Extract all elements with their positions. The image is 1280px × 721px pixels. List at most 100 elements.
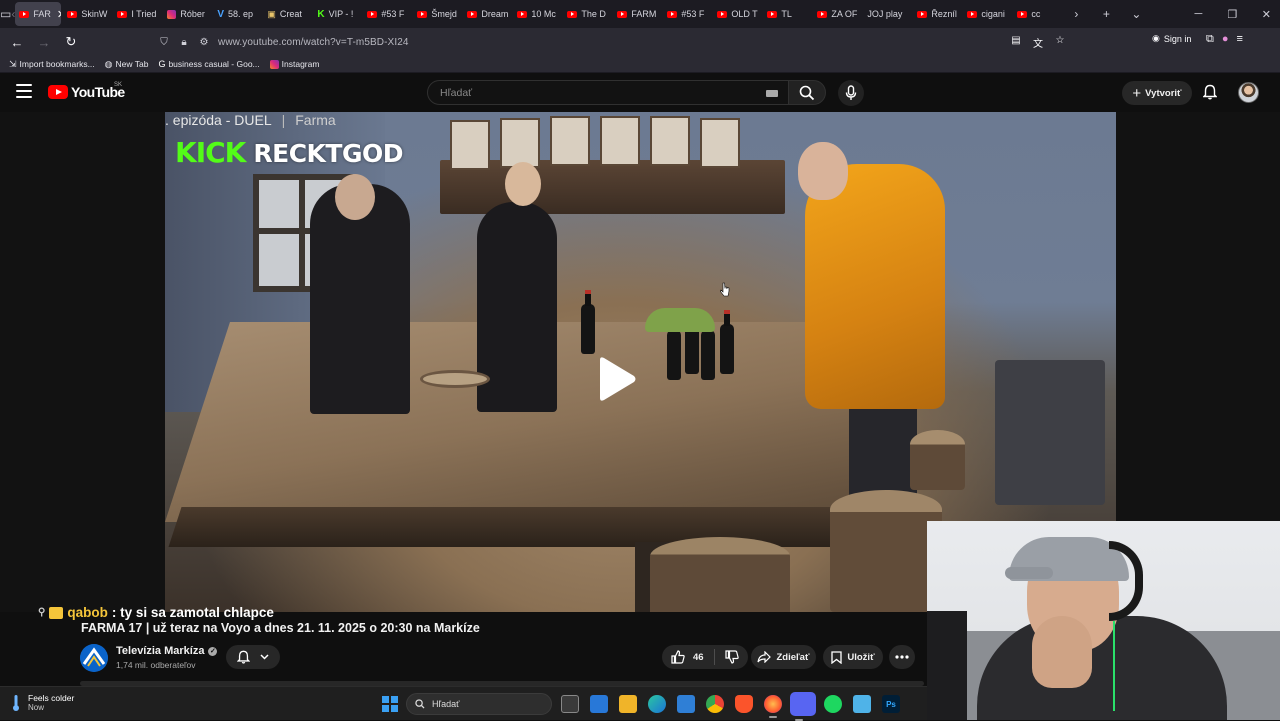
app-menu-icon[interactable]: ≡	[1237, 33, 1243, 46]
discord-icon[interactable]	[790, 692, 816, 721]
photoshop-icon[interactable]: Ps	[882, 695, 900, 713]
tab-overview-icon[interactable]: ▭	[0, 0, 11, 28]
restore-window-button[interactable]: ❐	[1215, 8, 1249, 21]
scroll-tabs-right-icon[interactable]: ›	[1061, 7, 1091, 21]
browser-tab[interactable]: cigani	[963, 2, 1011, 26]
browser-tab[interactable]: SkinW	[63, 2, 111, 26]
microphone-icon	[845, 85, 857, 100]
browser-tab[interactable]: TL	[763, 2, 811, 26]
search-input[interactable]	[440, 86, 760, 99]
channel-avatar[interactable]	[80, 644, 108, 672]
edge-icon[interactable]	[648, 695, 666, 713]
address-bar[interactable]: ⛉ 🔒︎ ⚙︎ www.youtube.com/watch?v=T-m5BD-X…	[152, 30, 1072, 54]
share-icon	[757, 651, 772, 663]
browser-tab[interactable]: ZA OF	[813, 2, 861, 26]
photos-icon[interactable]	[677, 695, 695, 713]
sign-in-button[interactable]: ◉ Sign in	[1152, 33, 1191, 44]
search-box[interactable]	[427, 80, 789, 105]
windows-start-icon[interactable]	[382, 696, 398, 712]
close-window-button[interactable]: ✕	[1249, 8, 1280, 21]
browser-tab[interactable]: JOJ play	[863, 2, 911, 26]
bookmark-new-tab[interactable]: ◍ New Tab	[105, 59, 149, 70]
chrome-icon[interactable]	[706, 695, 724, 713]
firefox-icon[interactable]	[764, 695, 782, 718]
bookmark-business-casual[interactable]: G business casual - Goo...	[158, 59, 259, 69]
forward-button[interactable]: →	[32, 30, 56, 54]
browser-tab[interactable]: Dream	[463, 2, 511, 26]
list-all-tabs-icon[interactable]: ⌄	[1121, 7, 1151, 21]
video-scene-frame	[700, 118, 740, 168]
back-button[interactable]: ←	[5, 30, 29, 54]
taskbar-search[interactable]: Hľadať	[406, 693, 552, 715]
subscription-notifications-button[interactable]	[226, 645, 280, 669]
browser-tab[interactable]: 10 Mc	[513, 2, 561, 26]
menu-icon[interactable]	[16, 84, 32, 98]
thumbs-up-icon	[671, 650, 685, 664]
browser-tab-label: #53 F	[381, 9, 405, 19]
browser-tab[interactable]: I Tried	[113, 2, 161, 26]
video-scene-bottle	[701, 316, 715, 380]
browser-tab[interactable]: Řezníl	[913, 2, 961, 26]
save-button[interactable]: Uložiť	[823, 645, 883, 669]
play-icon[interactable]	[596, 356, 636, 402]
tracking-protection-icon[interactable]: ⛉	[156, 37, 172, 48]
channel-name-row[interactable]: Televízia Markíza ✓	[116, 645, 218, 657]
browser-tab[interactable]: ▣ Creat	[263, 2, 311, 26]
user-avatar[interactable]	[1238, 82, 1259, 103]
browser-tab[interactable]: K VIP - !	[313, 2, 361, 26]
weather-widget[interactable]: Feels colder Now	[12, 693, 74, 712]
bookmark-import[interactable]: ⇲ Import bookmarks...	[9, 59, 95, 70]
browser-tab-label: SkinW	[81, 9, 108, 19]
create-button[interactable]: + Vytvoriť	[1122, 81, 1192, 105]
new-tab-button[interactable]: +	[1091, 7, 1121, 21]
search-button[interactable]	[788, 80, 826, 105]
browser-tab[interactable]: OLD T	[713, 2, 761, 26]
permissions-icon[interactable]: ⚙︎	[196, 37, 212, 48]
more-actions-button[interactable]	[889, 645, 915, 669]
youtube-favicon-icon	[817, 10, 828, 18]
browser-tab[interactable]: #53 F	[363, 2, 411, 26]
lock-icon[interactable]: 🔒︎	[176, 37, 192, 48]
channel-name[interactable]: Televízia Markíza	[116, 645, 204, 657]
like-button[interactable]: 46	[662, 649, 715, 665]
video-scene-stump	[650, 537, 790, 612]
browser-tab[interactable]: cc	[1013, 2, 1061, 26]
bell-icon	[1203, 84, 1217, 100]
minimize-window-button[interactable]: ─	[1181, 8, 1215, 20]
tab-strip-controls: › + ⌄ ─ ❐ ✕	[1061, 7, 1280, 21]
video-scene-frame	[650, 116, 690, 166]
url-text[interactable]: www.youtube.com/watch?v=T-m5BD-XI24	[218, 37, 409, 48]
bookmark-icon	[831, 650, 843, 664]
video-scene-stump	[910, 430, 965, 490]
file-explorer-icon[interactable]	[619, 695, 637, 713]
share-button[interactable]: Zdieľať	[751, 645, 816, 669]
browser-tab[interactable]: FAR ✕	[15, 2, 62, 26]
browser-tab[interactable]: The D	[563, 2, 611, 26]
bookmark-star-icon[interactable]: ☆	[1052, 35, 1068, 50]
close-tab-icon[interactable]: ✕	[57, 8, 61, 21]
youtube-favicon-icon	[67, 10, 78, 18]
youtube-favicon-icon	[717, 10, 728, 18]
reader-view-icon[interactable]: ▤	[1008, 35, 1024, 50]
browser-tab[interactable]: #53 F	[663, 2, 711, 26]
brave-icon[interactable]	[735, 695, 753, 713]
bookmark-label: New Tab	[115, 59, 149, 69]
browser-tab[interactable]: Šmejd	[413, 2, 461, 26]
reload-button[interactable]: ↻	[59, 30, 83, 54]
notifications-button[interactable]	[1200, 82, 1220, 102]
keyboard-icon[interactable]	[766, 90, 778, 97]
spotify-icon[interactable]	[824, 695, 842, 713]
notepad-icon[interactable]	[853, 695, 871, 713]
dislike-button[interactable]	[715, 650, 748, 664]
extensions-icon[interactable]: ⧉	[1206, 33, 1214, 46]
voice-search-button[interactable]	[838, 80, 864, 106]
browser-tab[interactable]: FARM	[613, 2, 661, 26]
store-icon[interactable]	[590, 695, 608, 713]
task-view-icon[interactable]	[561, 695, 579, 713]
bookmark-instagram[interactable]: Instagram	[269, 59, 319, 69]
chat-crown-badge-icon	[49, 606, 64, 619]
browser-tab[interactable]: Róber	[163, 2, 211, 26]
color-extension-icon[interactable]: ●	[1222, 33, 1229, 46]
browser-tab[interactable]: V 58. ep	[213, 2, 261, 26]
translate-icon[interactable]: 文	[1030, 35, 1046, 50]
